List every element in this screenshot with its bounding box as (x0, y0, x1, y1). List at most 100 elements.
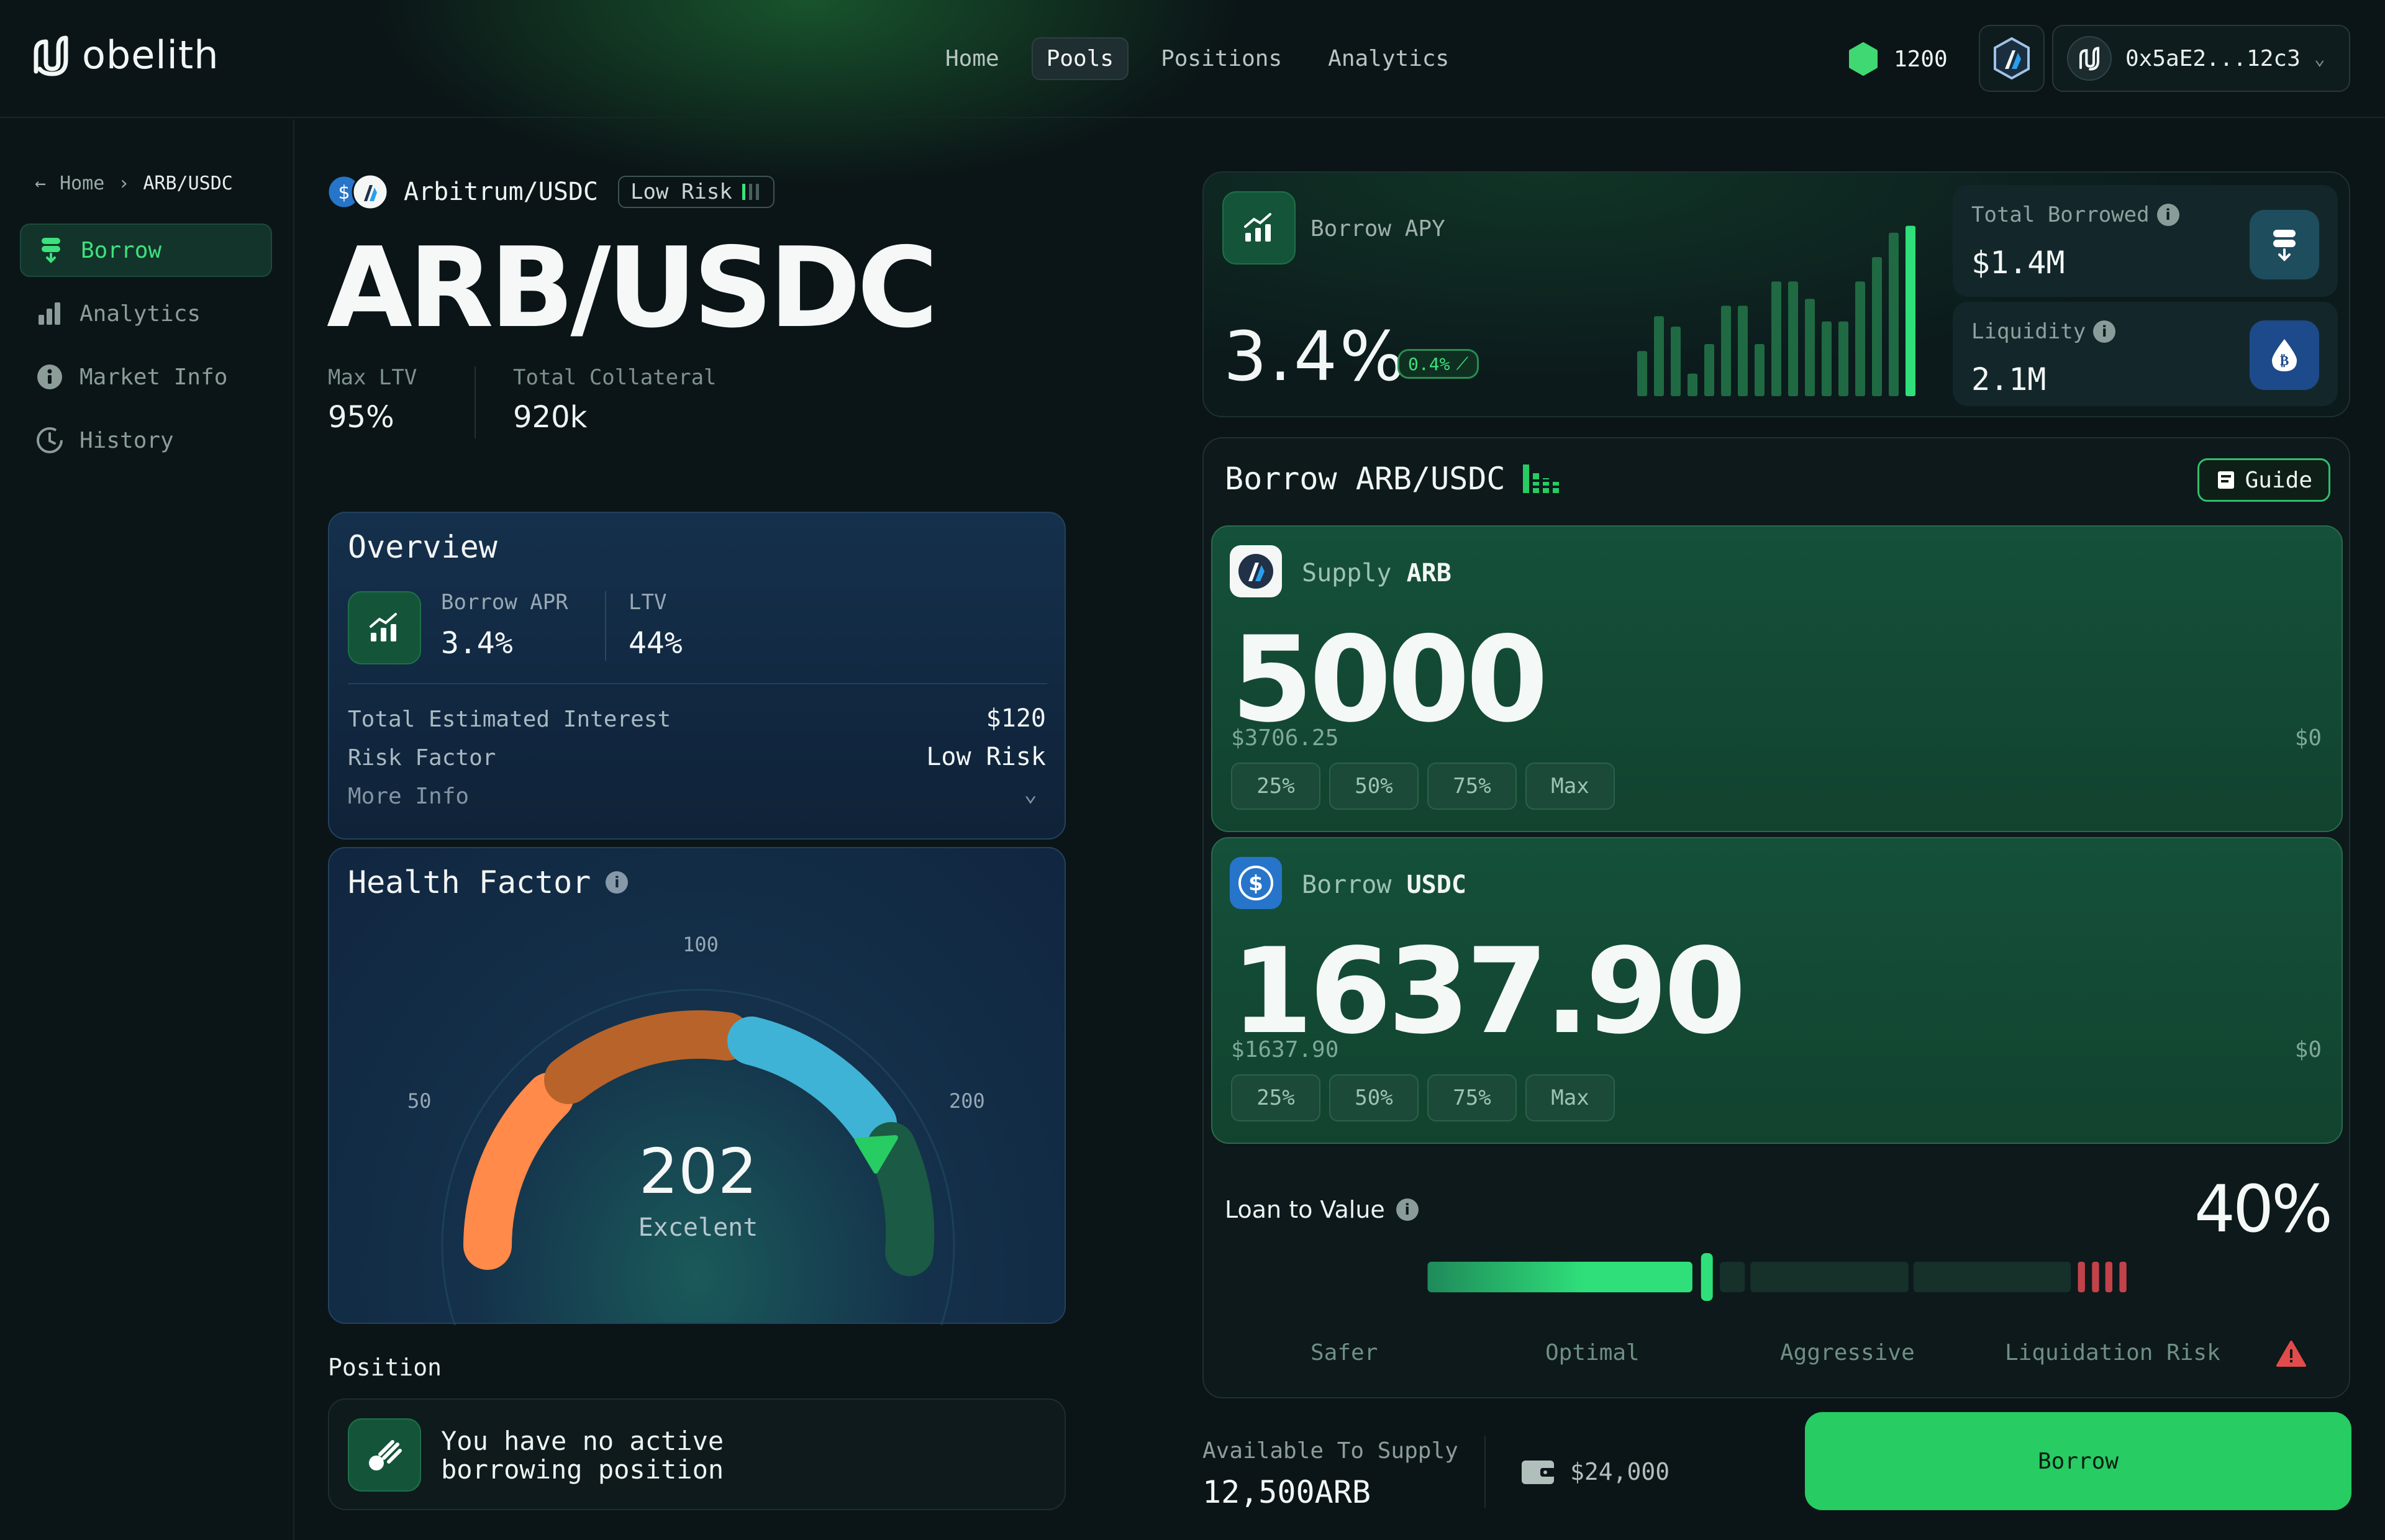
wallet-balance: $24,000 (1520, 1458, 1670, 1485)
apy-bar (1704, 344, 1714, 396)
app-name: obelith (82, 32, 219, 78)
points-display[interactable]: 1200 (1848, 42, 1948, 76)
divider (605, 591, 606, 661)
signal-bars-icon (1522, 464, 1559, 493)
gauge-segment-high (727, 1017, 897, 1148)
supply-usd-value: $3706.25 (1231, 725, 1339, 751)
health-factor-card: Health Factor i 100 50 200 202 Excelent (328, 847, 1066, 1325)
borrow-input-card[interactable]: $ Borrow USDC 1637.90 $1637.90 $0 25% 50… (1211, 837, 2343, 1144)
available-to-supply-value: 12,500ARB (1202, 1474, 1371, 1510)
pct-max-button[interactable]: Max (1525, 1074, 1615, 1121)
apy-bar (1637, 351, 1647, 396)
sidebar-item-analytics[interactable]: Analytics (20, 287, 272, 340)
borrow-submit-button[interactable]: Borrow (1805, 1412, 2351, 1510)
supply-percent-buttons: 25% 50% 75% Max (1231, 763, 1615, 810)
ltv-danger-bar (2105, 1261, 2113, 1293)
nav-home[interactable]: Home (932, 38, 1013, 79)
total-collateral-label: Total Collateral (513, 365, 717, 390)
wallet-icon (1522, 1461, 1555, 1484)
pct-25-button[interactable]: 25% (1231, 763, 1320, 810)
borrow-token: USDC (1406, 871, 1466, 899)
book-icon (2217, 471, 2234, 489)
sidebar-item-label: Borrow (81, 237, 162, 263)
ltv-value: 44% (629, 626, 683, 661)
apy-bar (1872, 257, 1882, 396)
segment-optimal: Optimal (1545, 1340, 1640, 1366)
svg-text:$: $ (1248, 871, 1263, 896)
borrow-apy-value: 3.4% (1224, 317, 1407, 396)
risk-factor-value: Low Risk (926, 743, 1046, 771)
gauge-tick-100: 100 (683, 933, 719, 956)
apy-bar (1721, 306, 1731, 396)
pct-50-button[interactable]: 50% (1329, 1074, 1419, 1121)
ltv-slider[interactable] (1222, 1253, 2334, 1304)
ltv-handle (1701, 1253, 1713, 1301)
droplet-icon: ₿ (2250, 320, 2319, 390)
wallet-logo-icon (2079, 47, 2100, 71)
breadcrumb-home[interactable]: Home (60, 173, 104, 194)
page-title: ARB/USDC (327, 224, 938, 352)
pair-token-icons: $ (327, 173, 395, 211)
pct-25-button[interactable]: 25% (1231, 1074, 1320, 1121)
sidebar-item-borrow[interactable]: Borrow (20, 224, 272, 277)
total-borrowed-label: Total Borrowed i (1971, 202, 2179, 227)
risk-badge: Low Risk (618, 176, 775, 208)
max-ltv-label: Max LTV (328, 365, 417, 390)
interest-value: $120 (986, 704, 1046, 733)
segment-safer: Safer (1311, 1340, 1378, 1366)
nav-positions[interactable]: Positions (1147, 38, 1296, 79)
supply-balance: $0 (2294, 725, 2322, 751)
supply-label: Supply ARB (1302, 559, 1451, 587)
info-icon[interactable]: i (2156, 204, 2179, 226)
nav-pools[interactable]: Pools (1031, 37, 1129, 80)
info-icon[interactable]: i (2093, 320, 2116, 343)
liquidity-label: Liquidity i (1971, 319, 2116, 344)
chevron-down-icon[interactable]: ⌄ (1024, 781, 1037, 807)
network-selector[interactable] (1979, 25, 2045, 92)
sidebar-item-market-info[interactable]: Market Info (20, 350, 272, 404)
sidebar-item-label: Market Info (80, 364, 228, 390)
apy-bar (1906, 225, 1915, 396)
breadcrumb: ← Home › ARB/USDC (35, 173, 233, 194)
info-icon[interactable]: i (1396, 1198, 1419, 1221)
divider (1484, 1436, 1486, 1508)
app-logo[interactable]: obelith (31, 32, 219, 78)
info-icon (36, 363, 63, 391)
pct-max-button[interactable]: Max (1525, 763, 1615, 810)
points-value: 1200 (1894, 46, 1948, 72)
supply-input-card[interactable]: Supply ARB 5000 $3706.25 $0 25% 50% 75% … (1211, 525, 2343, 832)
pct-75-button[interactable]: 75% (1427, 1074, 1517, 1121)
borrow-balance: $0 (2294, 1037, 2322, 1062)
satellite-icon (348, 1418, 421, 1492)
chart-up-icon (1222, 191, 1296, 265)
svg-text:₿: ₿ (2280, 353, 2289, 369)
ltv-slider-label: Loan to Value i (1225, 1196, 1419, 1223)
borrow-action: Borrow (1302, 871, 1392, 899)
overview-card: Overview Borrow APR 3.4% LTV 44% Total E… (328, 512, 1066, 840)
chart-up-icon (348, 591, 421, 664)
bar-chart-icon (36, 300, 63, 327)
ltv-segment-aggressive (1750, 1261, 1909, 1293)
back-arrow-icon[interactable]: ← (35, 173, 46, 194)
ltv-danger-bar (2092, 1261, 2099, 1293)
health-factor-status: Excelent (638, 1213, 758, 1242)
withdraw-stack-icon (2250, 210, 2319, 279)
apy-change-value: 0.4% (1408, 353, 1450, 374)
segment-liquidation-risk: Liquidation Risk (2005, 1340, 2220, 1366)
nav-analytics[interactable]: Analytics (1314, 38, 1463, 79)
ltv-slider-value: 40% (2194, 1171, 2333, 1247)
obelith-logo-icon (34, 35, 68, 76)
guide-button[interactable]: Guide (2197, 458, 2330, 502)
pct-75-button[interactable]: 75% (1427, 763, 1517, 810)
wallet-button[interactable]: 0x5aE2...12c3 ⌄ (2052, 25, 2350, 92)
sidebar-item-label: Analytics (80, 301, 201, 327)
supply-token: ARB (1406, 559, 1451, 587)
gauge-tick-200: 200 (949, 1089, 985, 1113)
risk-badge-label: Low Risk (630, 179, 732, 204)
pct-50-button[interactable]: 50% (1329, 763, 1419, 810)
top-header: obelith Home Pools Positions Analytics 1… (0, 0, 2385, 118)
chevron-right-icon: › (118, 173, 130, 194)
more-info-toggle[interactable]: More Info (348, 784, 469, 809)
interest-label: Total Estimated Interest (348, 707, 671, 732)
sidebar-item-history[interactable]: History (20, 414, 272, 467)
